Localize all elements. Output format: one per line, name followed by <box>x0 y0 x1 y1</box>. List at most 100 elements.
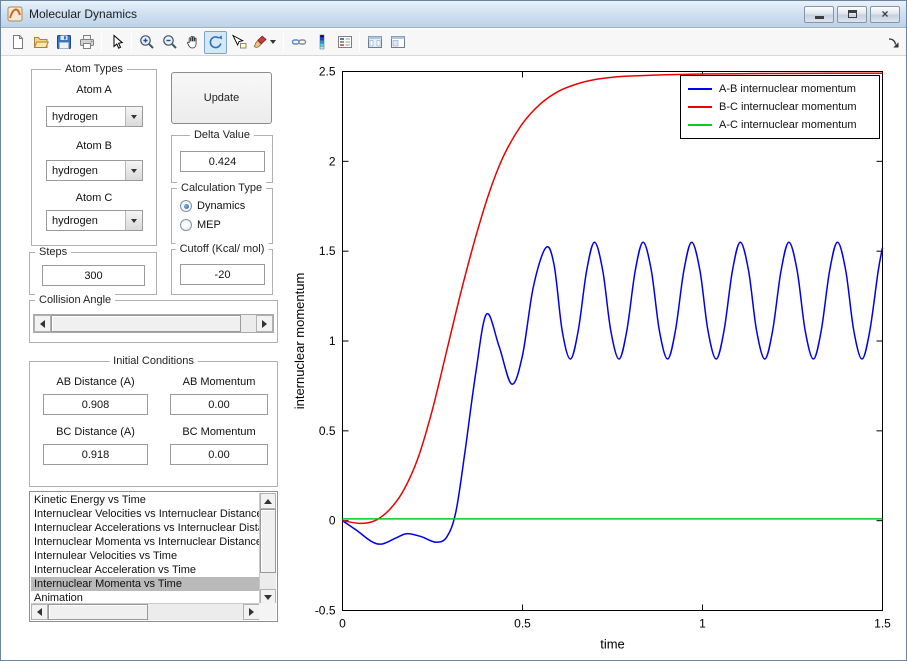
radio-icon <box>180 219 192 231</box>
atom-types-panel: Atom Types Atom A hydrogen Atom B hydrog… <box>31 63 157 246</box>
legend-label: A-B internuclear momentum <box>719 83 856 95</box>
list-item[interactable]: Internuclear Acceleration vs Time <box>31 563 260 577</box>
atom-a-value: hydrogen <box>52 110 98 123</box>
svg-text:2: 2 <box>329 154 336 168</box>
pan-button[interactable] <box>181 31 204 54</box>
delta-value-field[interactable] <box>180 151 265 172</box>
atom-b-value: hydrogen <box>52 164 98 177</box>
panel-title: Atom Types <box>61 63 127 75</box>
dock-figure-button[interactable] <box>886 35 902 51</box>
list-item[interactable]: Internuclear Momenta vs Time <box>31 577 260 591</box>
chevron-down-icon <box>131 168 137 173</box>
bc-momentum-field[interactable] <box>170 444 268 465</box>
insert-legend-button[interactable] <box>333 31 356 54</box>
rotate-3d-button[interactable] <box>204 30 227 54</box>
ab-distance-label: AB Distance (A) <box>56 376 135 388</box>
momentum-plot[interactable]: 0 0.5 1 1.5-0.500.511.522.5timeinternuclear… <box>290 61 907 661</box>
zoom-in-button[interactable] <box>135 31 158 54</box>
svg-text:0.5: 0.5 <box>514 617 531 631</box>
scroll-right-button[interactable] <box>243 604 260 620</box>
arrow-up-icon <box>264 498 272 504</box>
plot-type-listbox: Kinetic Energy vs Time Internuclear Velo… <box>29 491 278 622</box>
legend-entry: A-C internuclear momentum <box>688 116 872 134</box>
zoom-out-icon <box>162 35 177 49</box>
slider-right-arrow[interactable] <box>256 315 273 332</box>
panel-title: Cutoff (Kcal/ mol) <box>175 243 269 255</box>
svg-text:internuclear momentum: internuclear momentum <box>292 273 307 410</box>
dynamics-radio-label: Dynamics <box>197 200 246 212</box>
cutoff-field[interactable] <box>180 264 265 285</box>
scroll-left-button[interactable] <box>31 604 48 620</box>
cutoff-panel: Cutoff (Kcal/ mol) <box>171 243 273 295</box>
edit-plot-button[interactable] <box>105 31 128 54</box>
title-bar[interactable]: Molecular Dynamics × <box>1 1 906 28</box>
arrow-left-icon <box>40 319 45 328</box>
list-item[interactable]: Internulear Velocities vs Time <box>31 549 260 563</box>
hand-icon <box>186 35 196 49</box>
save-button[interactable] <box>52 31 75 54</box>
print-button[interactable] <box>75 31 98 54</box>
minimize-button[interactable] <box>804 5 834 23</box>
collision-angle-panel: Collision Angle <box>29 294 278 343</box>
horizontal-scrollbar[interactable] <box>31 603 260 620</box>
data-cursor-button[interactable] <box>227 31 250 54</box>
hide-plot-tools-button[interactable] <box>363 31 386 54</box>
steps-panel: Steps <box>29 246 157 295</box>
scroll-up-button[interactable] <box>260 493 276 509</box>
insert-colorbar-button[interactable] <box>310 31 333 54</box>
svg-text:1: 1 <box>699 617 706 631</box>
window-title: Molecular Dynamics <box>29 7 138 21</box>
bc-distance-field[interactable] <box>43 444 148 465</box>
arrow-right-icon <box>262 319 267 328</box>
list-item[interactable]: Internuclear Velocities vs Internuclear … <box>31 507 260 521</box>
list-item[interactable]: Internuclear Momenta vs Internuclear Dis… <box>31 535 260 549</box>
atom-a-select[interactable]: hydrogen <box>46 106 143 127</box>
panel-title: Delta Value <box>189 129 255 141</box>
chevron-down-icon[interactable] <box>269 40 276 44</box>
open-file-button[interactable] <box>29 31 52 54</box>
window-panels-icon <box>367 36 382 48</box>
toolbar-separator <box>131 32 132 52</box>
blue-line-swatch <box>688 88 712 90</box>
atom-a-dropdown-button[interactable] <box>125 107 142 126</box>
update-button[interactable]: Update <box>171 72 272 124</box>
dynamics-radio[interactable]: Dynamics <box>180 200 245 212</box>
legend-label: A-C internuclear momentum <box>719 119 857 131</box>
panel-title: Collision Angle <box>35 294 116 306</box>
slider-left-arrow[interactable] <box>34 315 51 332</box>
ab-distance-field[interactable] <box>43 394 148 415</box>
list-item[interactable]: Internuclear Accelerations vs Internucle… <box>31 521 260 535</box>
mep-radio-label: MEP <box>197 219 221 231</box>
maximize-button[interactable] <box>837 5 867 23</box>
atom-b-select[interactable]: hydrogen <box>46 160 143 181</box>
close-button[interactable]: × <box>870 5 900 23</box>
zoom-out-button[interactable] <box>158 31 181 54</box>
cursor-icon <box>113 34 123 49</box>
mep-radio[interactable]: MEP <box>180 219 221 231</box>
vertical-scrollbar[interactable] <box>259 493 276 605</box>
slider-thumb[interactable] <box>51 315 241 332</box>
atom-c-select[interactable]: hydrogen <box>46 210 143 231</box>
vertical-scroll-thumb[interactable] <box>260 509 276 573</box>
brush-button[interactable] <box>250 31 280 54</box>
horizontal-scroll-thumb[interactable] <box>48 604 148 620</box>
svg-text:0.5: 0.5 <box>319 424 336 438</box>
atom-b-label: Atom B <box>75 140 113 152</box>
list-item[interactable]: Kinetic Energy vs Time <box>31 493 260 507</box>
atom-c-dropdown-button[interactable] <box>125 211 142 230</box>
plot-legend[interactable]: A-B internuclear momentum B-C internucle… <box>680 75 880 139</box>
scrollbar-corner <box>259 603 276 620</box>
arrow-down-icon <box>264 594 272 600</box>
window-controls: × <box>804 5 900 23</box>
link-plot-button[interactable] <box>287 31 310 54</box>
window-icon <box>390 36 405 48</box>
initial-conditions-panel: Initial Conditions AB Distance (A) AB Mo… <box>29 355 278 487</box>
collision-angle-slider[interactable] <box>33 314 274 333</box>
steps-field[interactable] <box>42 265 145 286</box>
ab-momentum-field[interactable] <box>170 394 268 415</box>
bc-distance-label: BC Distance (A) <box>56 426 135 438</box>
atom-b-dropdown-button[interactable] <box>125 161 142 180</box>
new-figure-button[interactable] <box>6 31 29 54</box>
plot-axes[interactable]: 0 0.5 1 1.5 -0.5 0 0.5 1 1.5 2 2.5 time internuclear… <box>290 61 907 661</box>
show-plot-tools-button[interactable] <box>386 31 409 54</box>
